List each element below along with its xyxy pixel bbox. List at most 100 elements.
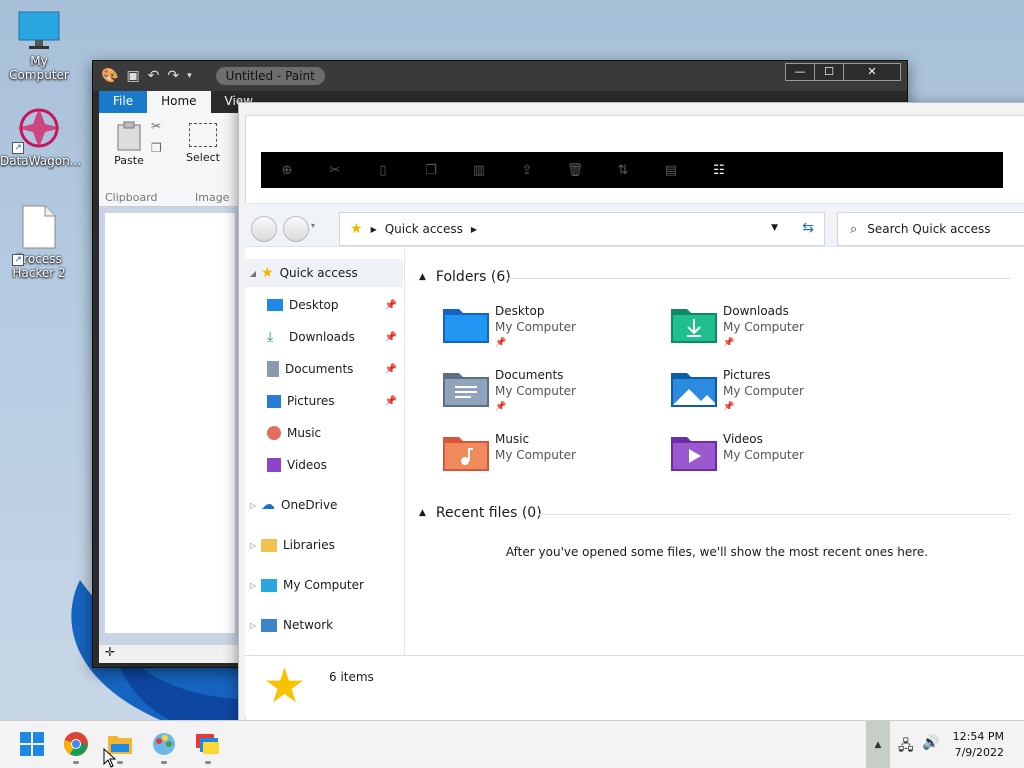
taskbar-chrome[interactable]	[63, 731, 89, 757]
desktop-icon-my-computer[interactable]: My Computer	[0, 10, 78, 82]
address-location[interactable]: Quick access	[385, 222, 463, 236]
expand-icon[interactable]: ▷	[245, 581, 261, 590]
desktop-icon-datawagon[interactable]: ↗ DataWagon...	[0, 104, 81, 168]
close-button[interactable]: ✕	[843, 63, 901, 81]
maximize-button[interactable]: ☐	[814, 63, 844, 81]
save-icon[interactable]: ▣	[126, 68, 139, 84]
back-button[interactable]	[251, 216, 277, 242]
paint-title: Untitled - Paint	[215, 67, 325, 85]
paint-app-icon: 🎨	[101, 68, 119, 84]
folder-music[interactable]: Music My Computer	[443, 431, 663, 487]
copy-icon[interactable]: ▯	[359, 163, 407, 178]
star-icon: ★	[263, 658, 307, 714]
delete-icon[interactable]: 🗑	[551, 163, 599, 178]
desktop-icon-process-hacker[interactable]: ↗ Process Hacker 2	[0, 204, 78, 280]
view-icon[interactable]: ▤	[647, 163, 695, 178]
share-icon[interactable]: ⇪	[503, 163, 551, 178]
star-icon: ★	[261, 265, 274, 281]
cut-icon[interactable]: ✂	[151, 119, 161, 133]
paste-icon[interactable]: ❐	[407, 163, 455, 178]
paste-button[interactable]: Paste	[109, 121, 149, 167]
paint-canvas[interactable]	[105, 213, 235, 633]
nav-onedrive[interactable]: ▷ ☁ OneDrive	[245, 491, 403, 519]
address-bar[interactable]: ★ ▶ Quick access ▶ ▼ ⇆	[339, 212, 825, 246]
more-icon[interactable]: ☷	[695, 163, 743, 178]
chevron-right-icon: ▶	[370, 224, 377, 234]
music-icon	[267, 426, 281, 440]
address-dropdown-icon[interactable]: ▼	[771, 223, 778, 233]
libraries-icon	[261, 538, 277, 552]
taskbar-multi-window[interactable]	[195, 731, 221, 757]
clipboard-icon	[117, 121, 141, 151]
cut-icon[interactable]: ✂	[311, 163, 359, 178]
nav-label: OneDrive	[281, 498, 338, 512]
search-input[interactable]: Search Quick access	[867, 222, 990, 236]
windows-icon	[20, 732, 44, 756]
minimize-button[interactable]: —	[785, 63, 815, 81]
folder-pictures[interactable]: Pictures My Computer 📌	[671, 367, 891, 423]
paint-titlebar[interactable]: 🎨 ▣ ↶ ↷ ▾ Untitled - Paint — ☐ ✕	[93, 61, 907, 91]
clock-date: 7/9/2022	[954, 746, 1004, 759]
nav-network[interactable]: ▷ Network	[245, 611, 403, 639]
nav-pictures[interactable]: Pictures 📌	[245, 387, 403, 415]
chevron-down-icon[interactable]: ▾	[187, 71, 192, 81]
folder-name: Pictures	[723, 368, 771, 382]
folder-videos[interactable]: Videos My Computer	[671, 431, 891, 487]
folder-documents[interactable]: Documents My Computer 📌	[443, 367, 663, 423]
nav-label: Libraries	[283, 538, 335, 552]
network-icon[interactable]: 🖧	[898, 735, 914, 759]
expand-icon[interactable]: ▷	[245, 621, 261, 630]
volume-icon[interactable]: 🔊	[922, 735, 939, 751]
folder-desktop[interactable]: Desktop My Computer 📌	[443, 303, 663, 359]
recent-locations-icon[interactable]: ▾	[311, 221, 315, 230]
new-icon[interactable]: ⊕	[263, 163, 311, 178]
monitor-icon	[18, 11, 60, 49]
nav-documents[interactable]: Documents 📌	[245, 355, 403, 383]
clock[interactable]: 12:54 PM 7/9/2022	[953, 729, 1004, 761]
copy-icon[interactable]: ❐	[151, 141, 162, 155]
nav-label: Music	[287, 426, 322, 440]
download-icon: ⤓	[267, 329, 274, 345]
collapse-icon: ▲	[419, 508, 426, 518]
pin-icon: 📌	[384, 331, 397, 343]
desktop-icon-label: My Computer	[9, 54, 69, 82]
refresh-icon[interactable]: ⇆	[802, 220, 814, 236]
taskbar-paint[interactable]	[151, 731, 177, 757]
search-box[interactable]: ⌕ Search Quick access	[837, 212, 1024, 246]
tab-home[interactable]: Home	[147, 91, 211, 113]
nav-label: Videos	[287, 458, 327, 472]
show-hidden-icons-button[interactable]: ▲	[866, 721, 890, 768]
documents-folder-icon	[443, 367, 489, 409]
nav-downloads[interactable]: ⤓ Downloads 📌	[245, 323, 403, 351]
folders-section-header[interactable]: ▲ Folders (6)	[419, 269, 511, 285]
nav-desktop[interactable]: Desktop 📌	[245, 291, 403, 319]
nav-videos[interactable]: Videos	[245, 451, 403, 479]
pin-icon: 📌	[495, 338, 507, 348]
explorer-window[interactable]: ⊕ ✂ ▯ ❐ ▥ ⇪ 🗑 ⇅ ▤ ☷ ▾ ★ ▶ Quick access ▶…	[238, 102, 1024, 722]
desktop-folder-icon	[443, 303, 489, 345]
expand-icon[interactable]: ▷	[245, 501, 261, 510]
recent-section-header[interactable]: ▲ Recent files (0)	[419, 505, 542, 521]
folder-downloads[interactable]: Downloads My Computer 📌	[671, 303, 891, 359]
start-button[interactable]	[19, 731, 45, 757]
move-icon: ✛	[105, 645, 116, 659]
undo-icon[interactable]: ↶	[148, 68, 160, 84]
chevron-right-icon: ▶	[470, 224, 478, 234]
select-button[interactable]: Select	[183, 123, 223, 164]
expand-icon[interactable]: ▷	[245, 541, 261, 550]
collapse-icon[interactable]: ◢	[245, 269, 261, 278]
redo-icon[interactable]: ↷	[167, 68, 179, 84]
nav-my-computer[interactable]: ▷ My Computer	[245, 571, 403, 599]
pin-icon: 📌	[384, 363, 397, 375]
nav-music[interactable]: Music	[245, 419, 403, 447]
pin-icon: 📌	[384, 299, 397, 311]
tab-file[interactable]: File	[99, 91, 148, 113]
nav-libraries[interactable]: ▷ Libraries	[245, 531, 403, 559]
folder-location: My Computer	[495, 384, 576, 398]
forward-button[interactable]	[283, 216, 309, 242]
sort-icon[interactable]: ⇅	[599, 163, 647, 178]
nav-quick-access[interactable]: ◢ ★ Quick access	[245, 259, 403, 287]
network-icon	[261, 618, 277, 632]
rename-icon[interactable]: ▥	[455, 163, 503, 178]
nav-label: Downloads	[289, 330, 355, 344]
